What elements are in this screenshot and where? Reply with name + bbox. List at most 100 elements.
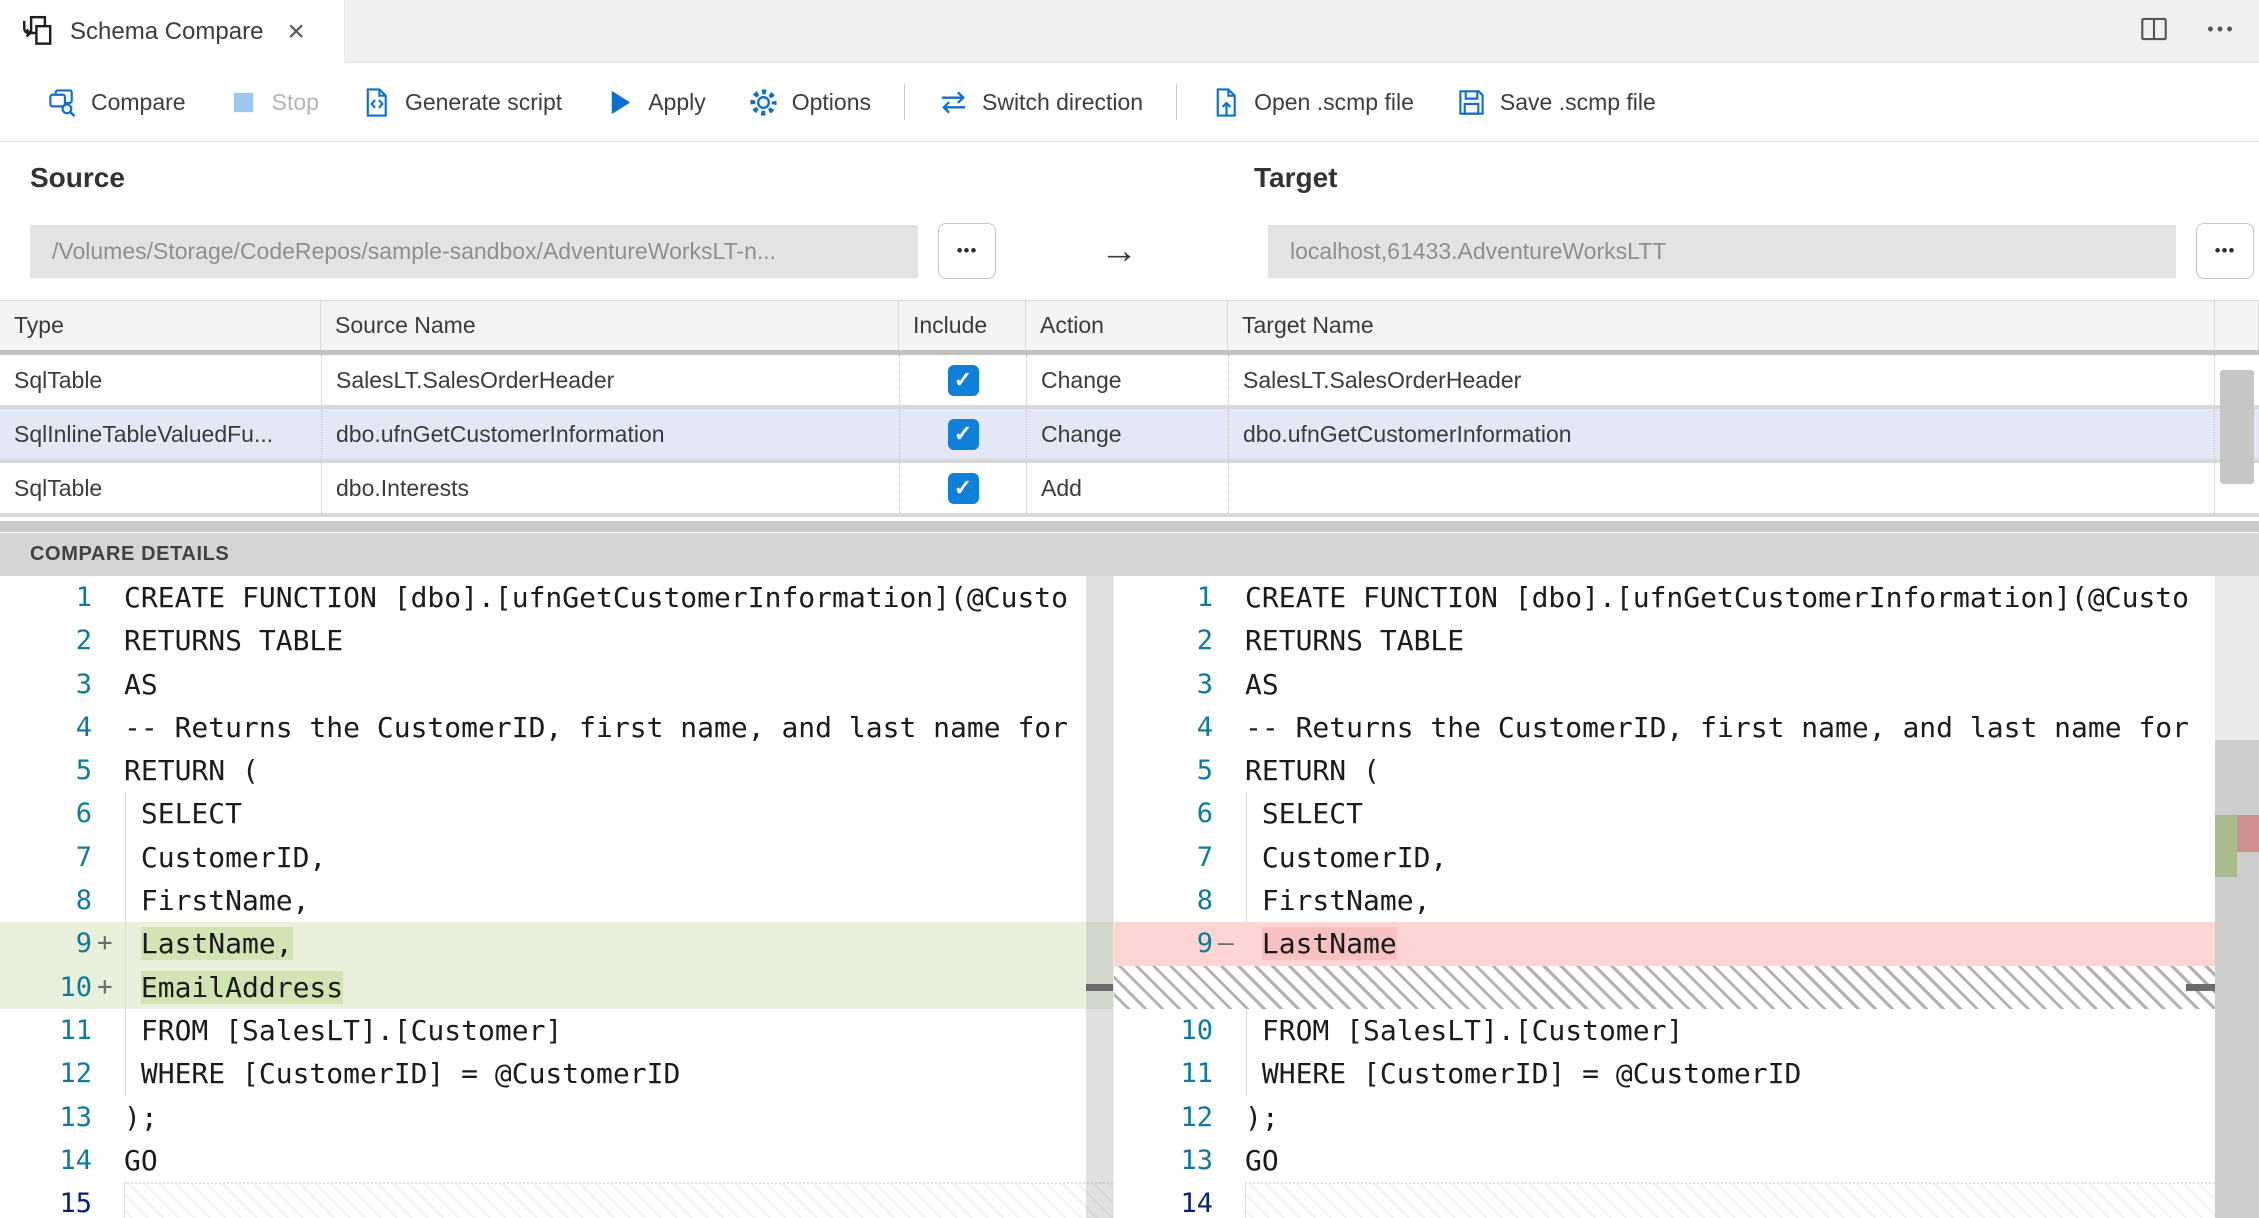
overview-ruler-thumb[interactable]: [2215, 740, 2259, 1218]
diff-code-line[interactable]: 13 GO: [1114, 1139, 2215, 1182]
save-file-icon: [1456, 87, 1487, 118]
target-browse-button[interactable]: •••: [2196, 223, 2254, 279]
line-number: 7: [1196, 841, 1213, 873]
code-text: WHERE [CustomerID] = @CustomerID: [124, 1052, 1113, 1096]
line-number: 12: [1180, 1101, 1213, 1133]
diff-marker: [1213, 1009, 1245, 1052]
toolbar-save-scmp-button[interactable]: Save .scmp file: [1435, 63, 1677, 141]
target-path-input[interactable]: localhost,61433.AdventureWorksLTT: [1268, 225, 2176, 278]
diff-code-line[interactable]: 4 -- Returns the CustomerID, first name, …: [0, 706, 1113, 749]
diff-code-line[interactable]: 11 FROM [SalesLT].[Customer]: [0, 1008, 1113, 1053]
compare-details-header[interactable]: COMPARE DETAILS: [0, 533, 2259, 576]
column-header-action[interactable]: Action: [1026, 301, 1228, 350]
source-browse-button[interactable]: •••: [938, 223, 996, 279]
cell-action: Change: [1026, 409, 1228, 459]
diff-marker: [1213, 879, 1245, 922]
diff-code-line[interactable]: 14 GO: [0, 1139, 1113, 1182]
diff-source-pane[interactable]: 1 CREATE FUNCTION [dbo].[ufnGetCustomerIn…: [0, 576, 1113, 1218]
column-header-type[interactable]: Type: [0, 301, 321, 350]
diff-code-line[interactable]: 3 AS: [0, 663, 1113, 706]
line-number: 1: [75, 582, 92, 613]
diff-marker: [1213, 1052, 1245, 1095]
diff-marker: [92, 792, 124, 835]
include-checkbox[interactable]: ✓: [947, 364, 979, 396]
diff-code-line[interactable]: 7 CustomerID,: [0, 835, 1113, 880]
diff-marker: [92, 576, 124, 619]
diff-code-line[interactable]: 2 RETURNS TABLE: [0, 619, 1113, 662]
tab-bar: Schema Compare ×: [0, 0, 2259, 63]
code-text: FirstName,: [124, 879, 1113, 923]
diff-code-line[interactable]: 14: [1114, 1182, 2215, 1218]
diff-code-line[interactable]: 7 CustomerID,: [1114, 835, 2215, 880]
diff-marker: [92, 1139, 124, 1182]
include-checkbox[interactable]: ✓: [947, 472, 979, 504]
table-row[interactable]: SqlTable SalesLT.SalesOrderHeader ✓ Change S…: [0, 355, 2259, 409]
diff-code-line[interactable]: 13);: [0, 1096, 1113, 1139]
diff-target-pane[interactable]: 1 CREATE FUNCTION [dbo].[ufnGetCustomerIn…: [1113, 576, 2215, 1218]
diff-code-line[interactable]: 3 AS: [1114, 663, 2215, 706]
column-header-include[interactable]: Include: [899, 301, 1026, 350]
diff-code-line[interactable]: 5 RETURN (: [0, 749, 1113, 792]
diff-code-line[interactable]: 4 -- Returns the CustomerID, first name, …: [1114, 706, 2215, 749]
split-editor-icon[interactable]: [2137, 12, 2171, 51]
table-row[interactable]: SqlInlineTableValuedFu... dbo.ufnGetCusto…: [0, 409, 2259, 463]
toolbar-save-scmp-label: Save .scmp file: [1499, 88, 1656, 115]
compare-details-title: COMPARE DETAILS: [30, 543, 230, 565]
line-number: 3: [75, 668, 92, 700]
line-number: 7: [75, 841, 92, 873]
diff-overview-ruler[interactable]: [2215, 576, 2259, 1218]
source-pane-scrollbar[interactable]: [1086, 576, 1113, 1218]
diff-marker: [92, 749, 124, 792]
diff-removed-line[interactable]: 9– LastName: [1114, 922, 2215, 966]
line-number: 5: [1196, 755, 1213, 787]
toolbar-switch-direction-label: Switch direction: [982, 88, 1144, 115]
toolbar-options-label: Options: [791, 88, 871, 115]
toolbar-generate-script-button[interactable]: Generate script: [340, 63, 583, 141]
toolbar-switch-direction-button[interactable]: Switch direction: [917, 63, 1164, 141]
diff-code-line[interactable]: 8 FirstName,: [0, 879, 1113, 923]
code-text: EmailAddress: [124, 965, 1113, 1009]
diff-code-line[interactable]: 12 WHERE [CustomerID] = @CustomerID: [0, 1052, 1113, 1096]
diff-code-line[interactable]: 12);: [1114, 1096, 2215, 1139]
table-row[interactable]: SqlTable dbo.Interests ✓ Add: [0, 463, 2259, 517]
toolbar-open-scmp-label: Open .scmp file: [1254, 88, 1414, 115]
table-horizontal-scrollbar[interactable]: [0, 521, 2259, 532]
diff-marker: [1213, 792, 1245, 835]
close-icon[interactable]: ×: [287, 16, 305, 47]
table-vertical-scrollbar[interactable]: [2220, 370, 2254, 484]
column-header-target-name[interactable]: Target Name: [1228, 301, 2215, 350]
cell-type: SqlInlineTableValuedFu...: [14, 421, 274, 447]
diff-marker: [1213, 836, 1245, 879]
diff-code-line[interactable]: 6 SELECT: [0, 792, 1113, 836]
tab-schema-compare[interactable]: Schema Compare ×: [0, 0, 345, 63]
toolbar-compare-button[interactable]: Compare: [26, 63, 207, 141]
include-checkbox[interactable]: ✓: [947, 418, 979, 450]
schema-compare-toolbar: Compare Stop Generate script Apply Options Sw…: [0, 63, 2259, 142]
toolbar-apply-button[interactable]: Apply: [583, 63, 727, 141]
target-label: Target: [1254, 162, 1338, 193]
code-text: AS: [1245, 667, 1279, 701]
diff-code-line[interactable]: 1 CREATE FUNCTION [dbo].[ufnGetCustomerIn…: [0, 576, 1113, 619]
cell-target-name: dbo.ufnGetCustomerInformation: [1228, 409, 2215, 459]
line-number: 8: [1196, 885, 1213, 917]
diff-added-line[interactable]: 10 + EmailAddress: [0, 965, 1113, 1009]
diff-code-line[interactable]: 10 FROM [SalesLT].[Customer]: [1114, 1008, 2215, 1053]
cell-action: Add: [1026, 463, 1228, 513]
diff-code-line[interactable]: 1 CREATE FUNCTION [dbo].[ufnGetCustomerIn…: [1114, 576, 2215, 619]
diff-code-line[interactable]: 8 FirstName,: [1114, 879, 2215, 923]
diff-added-line[interactable]: 9 + LastName,: [0, 922, 1113, 966]
source-path-input[interactable]: /Volumes/Storage/CodeRepos/sample-sandbo…: [30, 225, 918, 278]
diff-code-line[interactable]: 11 WHERE [CustomerID] = @CustomerID: [1114, 1052, 2215, 1096]
more-actions-icon[interactable]: [2203, 12, 2237, 51]
diff-code-line[interactable]: 6 SELECT: [1114, 792, 2215, 836]
toolbar-options-button[interactable]: Options: [727, 63, 892, 141]
code-text: [124, 1182, 1113, 1218]
diff-code-line[interactable]: 2 RETURNS TABLE: [1114, 619, 2215, 662]
tab-title: Schema Compare: [70, 17, 264, 45]
toolbar-generate-script-label: Generate script: [404, 88, 563, 115]
toolbar-open-scmp-button[interactable]: Open .scmp file: [1189, 63, 1435, 141]
column-header-source-name[interactable]: Source Name: [321, 301, 899, 350]
diff-code-line[interactable]: 5 RETURN (: [1114, 749, 2215, 792]
source-pane-scroll-marker: [1086, 984, 1113, 991]
diff-code-line[interactable]: 15: [0, 1182, 1113, 1218]
